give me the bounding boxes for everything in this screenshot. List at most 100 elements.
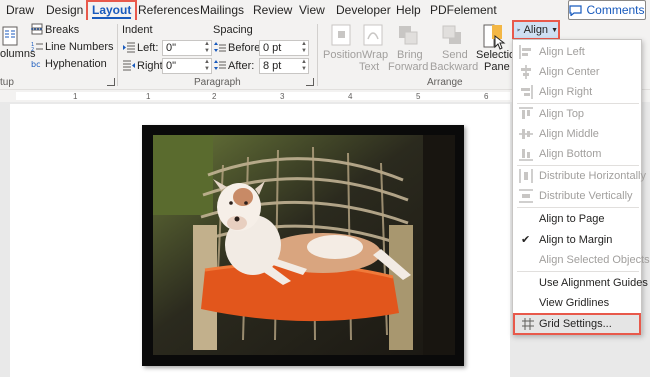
indent-heading: Indent bbox=[122, 24, 153, 36]
menu-separator bbox=[517, 271, 639, 272]
menu-item-label: Align Left bbox=[539, 46, 585, 58]
menu-item-label: Align to Page bbox=[539, 213, 605, 225]
menu-item-label: Use Alignment Guides bbox=[539, 277, 648, 289]
indent-right-icon bbox=[123, 60, 135, 71]
align-dropdown-menu: Align Left Align Center Align Right Alig… bbox=[512, 39, 650, 335]
group-divider bbox=[117, 24, 118, 86]
line-numbers-icon: 12 bbox=[31, 42, 43, 52]
menu-item-align-to-margin[interactable]: ✔ Align to Margin bbox=[513, 230, 641, 250]
align-left-icon bbox=[519, 45, 531, 59]
align-center-icon bbox=[521, 65, 531, 79]
indent-left-spinner[interactable]: 0" ▲ ▼ bbox=[162, 40, 212, 56]
selection-pane-label-2[interactable]: Pane bbox=[484, 61, 510, 74]
page-setup-dialog-launcher[interactable] bbox=[107, 78, 115, 86]
ruler-tick-label: 2 bbox=[212, 92, 217, 101]
spinner-arrows-icon[interactable]: ▲ ▼ bbox=[204, 41, 210, 55]
menu-item-align-to-page[interactable]: Align to Page bbox=[513, 209, 641, 229]
spinner-arrows-icon[interactable]: ▲ ▼ bbox=[301, 41, 307, 55]
tab-mailings[interactable]: Mailings bbox=[200, 2, 244, 18]
page-setup-group-label: tup bbox=[0, 77, 14, 88]
menu-item-align-bottom[interactable]: Align Bottom bbox=[513, 144, 641, 164]
wrap-text-label-2[interactable]: Text bbox=[359, 61, 379, 74]
spacing-after-icon bbox=[214, 60, 226, 70]
menu-item-label: Align Middle bbox=[539, 128, 599, 140]
spacing-before-spinner[interactable]: 0 pt ▲ ▼ bbox=[259, 40, 309, 56]
svg-text:bc: bc bbox=[31, 60, 40, 69]
menu-item-distribute-horizontally[interactable]: Distribute Horizontally bbox=[513, 166, 646, 186]
ruler-tick-label: 1 bbox=[146, 92, 151, 101]
arrange-group-label: Arrange bbox=[427, 77, 463, 88]
tab-layout-label: Layout bbox=[92, 3, 132, 17]
align-button[interactable]: Align ▼ bbox=[512, 20, 560, 40]
menu-item-label: Distribute Horizontally bbox=[539, 170, 646, 182]
spacing-after-value: 8 pt bbox=[263, 60, 282, 72]
breaks-icon bbox=[31, 23, 43, 35]
bring-forward-icon bbox=[399, 26, 418, 45]
selection-pane-icon bbox=[483, 24, 506, 50]
line-numbers-button[interactable]: Line Numbers bbox=[45, 41, 113, 54]
ribbon-tab-bar: Draw Design Layout References Mailings R… bbox=[0, 0, 650, 22]
menu-item-align-right[interactable]: Align Right bbox=[513, 82, 641, 102]
align-middle-icon bbox=[519, 129, 533, 139]
send-backward-icon bbox=[442, 25, 461, 44]
tab-pdfelement[interactable]: PDFelement bbox=[430, 2, 497, 18]
svg-text:2: 2 bbox=[31, 47, 34, 52]
distribute-horizontally-icon bbox=[519, 169, 533, 183]
spinner-arrows-icon[interactable]: ▲ ▼ bbox=[301, 59, 307, 73]
tab-review[interactable]: Review bbox=[253, 2, 292, 18]
menu-item-align-middle[interactable]: Align Middle bbox=[513, 124, 641, 144]
menu-item-label: Align Right bbox=[539, 86, 593, 98]
distribute-vertically-icon bbox=[519, 189, 533, 203]
spacing-after-spinner[interactable]: 8 pt ▲ ▼ bbox=[259, 58, 309, 74]
indent-left-value: 0" bbox=[166, 42, 177, 54]
menu-item-label: View Gridlines bbox=[539, 297, 610, 309]
menu-item-label: Distribute Vertically bbox=[539, 190, 633, 202]
ruler-track: 1 1 2 3 4 5 6 bbox=[16, 92, 510, 101]
checkmark-icon: ✔ bbox=[521, 234, 531, 246]
horizontal-ruler[interactable]: 1 1 2 3 4 5 6 bbox=[0, 90, 510, 102]
tab-draw[interactable]: Draw bbox=[6, 2, 34, 18]
ruler-tick-label: 6 bbox=[484, 92, 489, 101]
tab-layout[interactable]: Layout bbox=[86, 0, 138, 22]
menu-item-grid-settings[interactable]: Grid Settings... bbox=[513, 313, 641, 335]
dog-photo[interactable] bbox=[153, 135, 455, 355]
menu-item-use-alignment-guides[interactable]: Use Alignment Guides bbox=[513, 273, 648, 293]
paragraph-group-label: Paragraph bbox=[194, 77, 241, 88]
align-bottom-icon bbox=[519, 149, 533, 161]
menu-item-align-left[interactable]: Align Left bbox=[513, 42, 641, 62]
grid-icon bbox=[522, 318, 534, 330]
wrap-text-icon bbox=[363, 24, 383, 46]
menu-item-label: Grid Settings... bbox=[539, 318, 612, 330]
group-divider bbox=[317, 24, 318, 86]
bring-forward-label-2[interactable]: Forward bbox=[388, 61, 428, 74]
align-top-icon bbox=[519, 107, 533, 119]
ruler-tick-label: 5 bbox=[416, 92, 421, 101]
indent-right-value: 0" bbox=[166, 60, 177, 72]
menu-item-distribute-vertically[interactable]: Distribute Vertically bbox=[513, 186, 641, 206]
menu-item-label: Align Top bbox=[539, 108, 585, 120]
spinner-arrows-icon[interactable]: ▲ ▼ bbox=[204, 59, 210, 73]
tab-help[interactable]: Help bbox=[396, 2, 421, 18]
indent-right-spinner[interactable]: 0" ▲ ▼ bbox=[162, 58, 212, 74]
align-icon bbox=[517, 28, 521, 32]
comments-label: Comments bbox=[586, 3, 645, 17]
comments-button[interactable]: Comments bbox=[568, 0, 646, 20]
paragraph-dialog-launcher[interactable] bbox=[306, 78, 314, 86]
comment-icon bbox=[569, 4, 583, 16]
menu-item-align-top[interactable]: Align Top bbox=[513, 104, 641, 124]
menu-item-label: Align Bottom bbox=[539, 148, 602, 160]
tab-developer[interactable]: Developer bbox=[336, 2, 391, 18]
tab-view[interactable]: View bbox=[299, 2, 325, 18]
tab-design[interactable]: Design bbox=[46, 2, 83, 18]
breaks-button[interactable]: Breaks bbox=[45, 24, 79, 37]
position-button[interactable]: Position bbox=[323, 49, 362, 62]
menu-item-view-gridlines[interactable]: View Gridlines bbox=[513, 293, 641, 313]
menu-item-align-center[interactable]: Align Center bbox=[513, 62, 641, 82]
tab-references[interactable]: References bbox=[138, 2, 199, 18]
hyphenation-button[interactable]: Hyphenation bbox=[45, 58, 107, 71]
spacing-heading: Spacing bbox=[213, 24, 253, 36]
position-icon bbox=[331, 24, 351, 46]
menu-item-align-selected-objects[interactable]: Align Selected Objects bbox=[513, 250, 650, 270]
send-backward-label-2[interactable]: Backward bbox=[430, 61, 478, 74]
menu-item-label: Align Selected Objects bbox=[539, 254, 650, 266]
